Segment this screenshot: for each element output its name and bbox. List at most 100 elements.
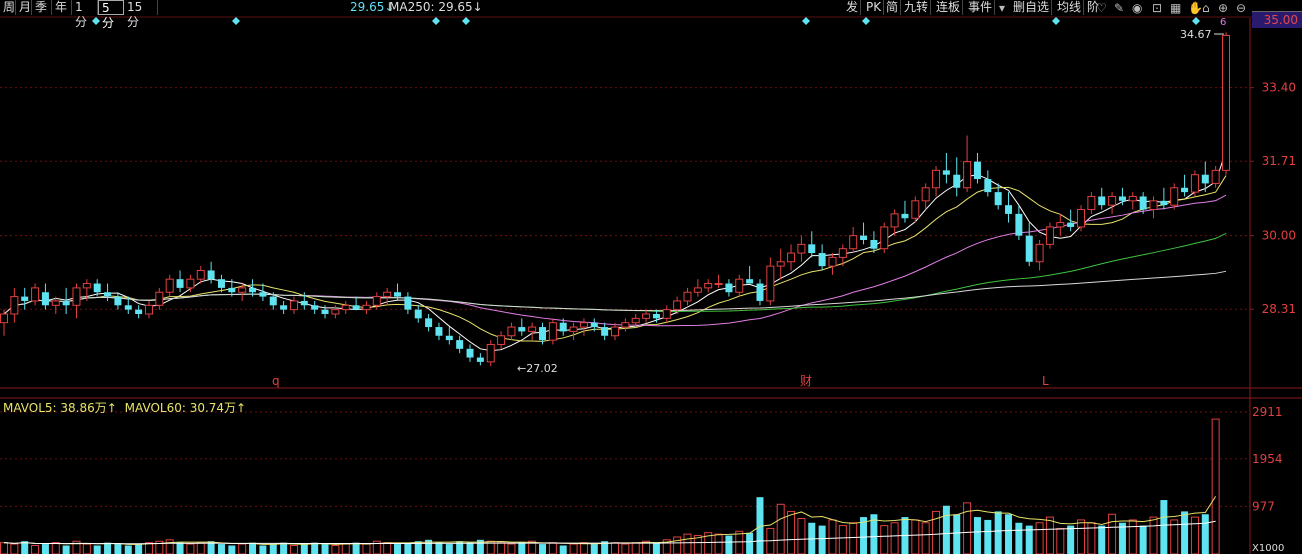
ma250-value: MA250: 29.65↓ bbox=[389, 0, 483, 14]
tab-5min[interactable]: 5分 bbox=[98, 0, 124, 30]
home-icon[interactable]: ⌂ bbox=[1202, 1, 1210, 15]
tab-month[interactable]: 月 bbox=[16, 0, 32, 15]
zoom-out-icon[interactable]: ⊖ bbox=[1236, 1, 1246, 15]
price-tick-label: 33.40 bbox=[1262, 81, 1296, 95]
volume-bar bbox=[51, 542, 60, 554]
period-toolbar: 周 月 季 年 1分 5分 15分 29.65↓ MA250: 29.65↓ 发… bbox=[0, 0, 1302, 30]
volume-bar bbox=[559, 545, 567, 554]
candle-body bbox=[1025, 235, 1033, 262]
candle-body bbox=[683, 291, 692, 302]
candle-body bbox=[652, 314, 660, 319]
fa-button[interactable]: 发 bbox=[844, 0, 862, 15]
candle-body bbox=[1108, 195, 1117, 206]
candle-body bbox=[973, 161, 981, 180]
lock-icon[interactable]: ⊡ bbox=[1152, 1, 1162, 15]
candle-body bbox=[155, 291, 164, 306]
candle-body bbox=[41, 292, 49, 306]
candle-body bbox=[394, 292, 402, 297]
lianban-button[interactable]: 连板 bbox=[934, 0, 964, 15]
candle-body bbox=[932, 169, 941, 189]
tab-year[interactable]: 年 bbox=[52, 0, 72, 15]
candle-body bbox=[1118, 196, 1126, 201]
candle-body bbox=[1160, 200, 1168, 206]
volume-bar bbox=[507, 543, 516, 554]
volume-bar bbox=[1005, 514, 1013, 554]
candle-body bbox=[72, 287, 81, 306]
chevron-down-icon[interactable]: ▾ bbox=[999, 1, 1005, 15]
volume-bar bbox=[880, 525, 889, 554]
marker-L: L bbox=[1042, 374, 1049, 388]
candle-body bbox=[352, 305, 360, 310]
volume-bar bbox=[383, 542, 392, 554]
tab-quarter[interactable]: 季 bbox=[32, 0, 52, 15]
zoom-in-icon[interactable]: ⊕ bbox=[1218, 1, 1228, 15]
tab-1min[interactable]: 1分 bbox=[72, 0, 98, 29]
volume-bar bbox=[186, 543, 195, 554]
candle-body bbox=[673, 300, 682, 311]
candle-body bbox=[642, 313, 651, 319]
candle-body bbox=[808, 244, 816, 254]
candle-body bbox=[269, 296, 277, 306]
volume-bar bbox=[238, 543, 247, 554]
candle-body bbox=[21, 296, 29, 301]
candle-body bbox=[725, 283, 733, 293]
candle-body bbox=[280, 305, 288, 310]
candle-body bbox=[144, 304, 153, 315]
candle-body bbox=[880, 226, 889, 250]
events-button[interactable]: 事件 bbox=[966, 0, 996, 15]
hand-icon[interactable]: ✋ bbox=[1188, 1, 1203, 15]
kline-chart[interactable]: 33.40 31.71 30.00 28.31 2911 1954 977 34.67 ←2… bbox=[0, 0, 1302, 554]
candle-body bbox=[114, 296, 122, 306]
volume-bar bbox=[590, 544, 598, 554]
remove-watchlist-button[interactable]: 删自选 bbox=[1011, 0, 1053, 15]
volume-bar bbox=[838, 525, 847, 554]
tab-week[interactable]: 周 bbox=[0, 0, 16, 15]
candle-body bbox=[124, 305, 132, 310]
candle-body bbox=[331, 309, 340, 315]
marker-q: q bbox=[272, 374, 280, 388]
eye-icon[interactable]: ◉ bbox=[1132, 1, 1142, 15]
candle-body bbox=[372, 296, 381, 306]
candle-body bbox=[1035, 243, 1044, 263]
heart-icon[interactable]: ♡ bbox=[1096, 1, 1107, 15]
candle-body bbox=[984, 179, 992, 193]
candle-body bbox=[383, 291, 392, 298]
candle-body bbox=[321, 309, 329, 314]
volume-bar bbox=[93, 545, 101, 554]
volume-bar bbox=[652, 542, 660, 554]
simple-button[interactable]: 简 bbox=[884, 0, 902, 15]
volume-bar bbox=[1181, 511, 1189, 554]
candle-body bbox=[176, 279, 184, 288]
candle-body bbox=[1015, 213, 1023, 236]
volume-bar bbox=[1035, 522, 1044, 554]
volume-bar bbox=[352, 542, 360, 554]
candle-body bbox=[104, 292, 112, 297]
grid-icon[interactable]: ▦ bbox=[1170, 1, 1181, 15]
candle-body bbox=[1128, 195, 1137, 202]
volume-bar bbox=[404, 542, 412, 554]
jiuzhuan-button[interactable]: 九转 bbox=[902, 0, 932, 15]
tab-15min[interactable]: 15分 bbox=[124, 0, 158, 29]
pk-button[interactable]: PK bbox=[864, 0, 885, 15]
candle-body bbox=[787, 252, 796, 263]
pen-icon[interactable]: ✎ bbox=[1114, 1, 1124, 15]
candle-body bbox=[1067, 222, 1075, 227]
price-axis-top-value: 35.00 bbox=[1252, 11, 1302, 28]
ma-lines-button[interactable]: 均线 bbox=[1055, 0, 1085, 15]
volume-bar bbox=[921, 522, 930, 554]
candle-body bbox=[476, 357, 484, 362]
volume-bar bbox=[1108, 513, 1117, 554]
volume-bar bbox=[300, 544, 308, 554]
top-count: 6 bbox=[1220, 17, 1226, 28]
volume-bar bbox=[963, 502, 972, 554]
volume-bar bbox=[124, 545, 132, 554]
candle-body bbox=[611, 326, 619, 337]
candle-body bbox=[238, 287, 247, 293]
candle-body bbox=[341, 304, 350, 311]
volume-bar bbox=[82, 543, 91, 554]
event-diamond bbox=[862, 17, 870, 25]
volume-bar bbox=[0, 542, 8, 554]
price-low-label: ←27.02 bbox=[517, 362, 558, 375]
candle-body bbox=[10, 296, 19, 315]
candle-body bbox=[590, 322, 598, 328]
